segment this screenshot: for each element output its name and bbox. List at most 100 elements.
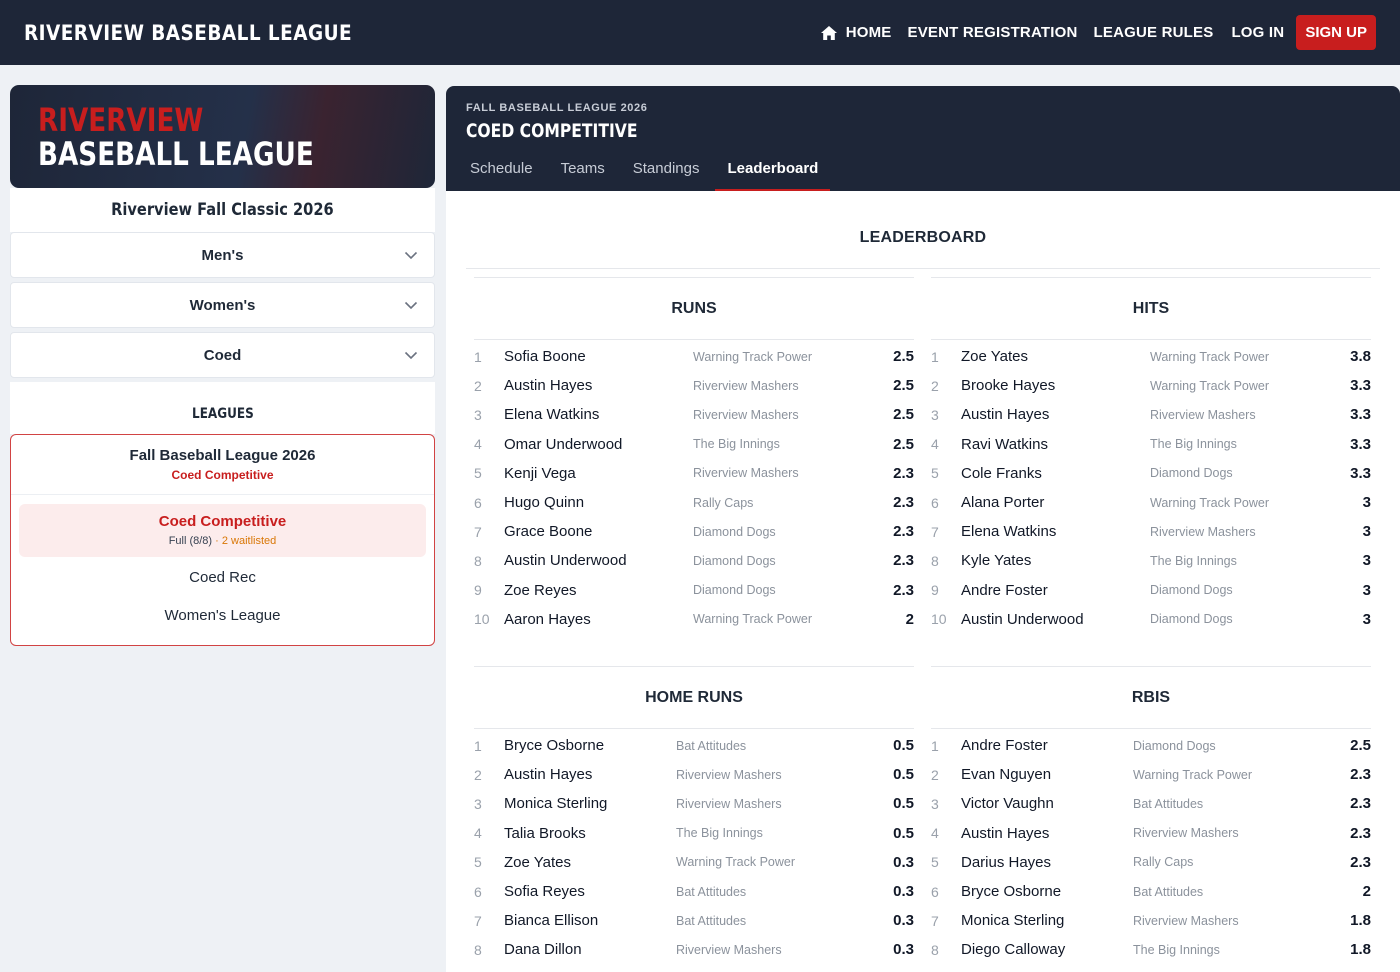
leaderboard-row[interactable]: 5 Kenji Vega Riverview Mashers 2.3 [474, 459, 914, 488]
tab-standings[interactable]: Standings [621, 151, 712, 191]
leaderboard-row[interactable]: 2 Austin Hayes Riverview Mashers 0.5 [474, 760, 914, 789]
player-name[interactable]: Bryce Osborne [504, 737, 604, 754]
leaderboard-row[interactable]: 6 Alana Porter Warning Track Power 3 [931, 488, 1371, 517]
player-name[interactable]: Austin Hayes [961, 825, 1049, 842]
leaderboard-row[interactable]: 7 Bianca Ellison Bat Attitudes 0.3 [474, 906, 914, 935]
league-item-coed-competitive[interactable]: Coed Competitive Full (8/8) · 2 waitlist… [19, 504, 426, 557]
stat-value: 0.5 [893, 824, 914, 842]
leaderboard-row[interactable]: 4 Ravi Watkins The Big Innings 3.3 [931, 430, 1371, 459]
leaderboard-row[interactable]: 4 Omar Underwood The Big Innings 2.5 [474, 430, 914, 459]
player-name[interactable]: Bryce Osborne [961, 883, 1061, 900]
player-name[interactable]: Elena Watkins [504, 406, 599, 423]
leaderboard-row[interactable]: 8 Diego Calloway The Big Innings 1.8 [931, 935, 1371, 964]
player-name[interactable]: Aaron Hayes [504, 611, 591, 628]
leaderboard-row[interactable]: 8 Kyle Yates The Big Innings 3 [931, 546, 1371, 575]
player-name[interactable]: Elena Watkins [961, 523, 1056, 540]
leaderboard-row[interactable]: 7 Monica Sterling Riverview Mashers 1.8 [931, 906, 1371, 935]
nav-login-link[interactable]: LOG IN [1231, 24, 1284, 41]
leaderboard-row[interactable]: 1 Bryce Osborne Bat Attitudes 0.5 [474, 731, 914, 760]
player-name[interactable]: Victor Vaughn [961, 795, 1054, 812]
league-item-coed-rec[interactable]: Coed Rec [11, 559, 434, 597]
leaderboard-row[interactable]: 10 Austin Underwood Diamond Dogs 3 [931, 605, 1371, 634]
league-item-womens-league[interactable]: Women's League [11, 597, 434, 635]
leaderboard-row[interactable]: 1 Zoe Yates Warning Track Power 3.8 [931, 342, 1371, 371]
leaderboard-row[interactable]: 9 Zoe Reyes Diamond Dogs 2.3 [474, 576, 914, 605]
player-name[interactable]: Monica Sterling [504, 795, 607, 812]
leaderboard-row[interactable]: 5 Darius Hayes Rally Caps 2.3 [931, 848, 1371, 877]
nav-league-rules-link[interactable]: LEAGUE RULES [1094, 24, 1214, 41]
player-name[interactable]: Omar Underwood [504, 436, 622, 453]
leaderboard-row[interactable]: 4 Austin Hayes Riverview Mashers 2.3 [931, 819, 1371, 848]
player-name[interactable]: Ravi Watkins [961, 436, 1048, 453]
player-name[interactable]: Zoe Yates [504, 854, 571, 871]
division-accordion-womens[interactable]: Women's [10, 282, 435, 328]
player-name[interactable]: Austin Underwood [504, 552, 627, 569]
stat-value: 2.5 [893, 377, 914, 395]
player-name[interactable]: Kenji Vega [504, 465, 576, 482]
tab-leaderboard[interactable]: Leaderboard [715, 151, 831, 191]
player-name[interactable]: Kyle Yates [961, 552, 1031, 569]
player-team: Rally Caps [1133, 855, 1194, 870]
leagues-heading-text: LEAGUES [191, 406, 254, 422]
leaderboard-row[interactable]: 3 Elena Watkins Riverview Mashers 2.5 [474, 400, 914, 429]
player-name[interactable]: Zoe Yates [961, 348, 1028, 365]
tab-teams[interactable]: Teams [549, 151, 617, 191]
player-name[interactable]: Austin Hayes [504, 377, 592, 394]
leaderboard-row[interactable]: 1 Sofia Boone Warning Track Power 2.5 [474, 342, 914, 371]
signup-button[interactable]: SIGN UP [1296, 15, 1376, 50]
player-name[interactable]: Cole Franks [961, 465, 1042, 482]
leaderboard-row[interactable]: 6 Sofia Reyes Bat Attitudes 0.3 [474, 877, 914, 906]
player-rank: 3 [931, 795, 939, 812]
player-name[interactable]: Diego Calloway [961, 941, 1065, 958]
leaderboard-row[interactable]: 10 Aaron Hayes Warning Track Power 2 [474, 605, 914, 634]
player-name[interactable]: Sofia Reyes [504, 883, 585, 900]
player-name[interactable]: Monica Sterling [961, 912, 1064, 929]
leaderboard-row[interactable]: 7 Grace Boone Diamond Dogs 2.3 [474, 517, 914, 546]
leaderboard-row[interactable]: 4 Talia Brooks The Big Innings 0.5 [474, 819, 914, 848]
leaderboard-row[interactable]: 2 Evan Nguyen Warning Track Power 2.3 [931, 760, 1371, 789]
player-name[interactable]: Bianca Ellison [504, 912, 598, 929]
player-name[interactable]: Andre Foster [961, 737, 1048, 754]
nav-event-registration-link[interactable]: EVENT REGISTRATION [908, 24, 1078, 41]
leaderboard-row[interactable]: 2 Brooke Hayes Warning Track Power 3.3 [931, 371, 1371, 400]
player-name[interactable]: Austin Hayes [504, 766, 592, 783]
leaderboard-row[interactable]: 3 Monica Sterling Riverview Mashers 0.5 [474, 789, 914, 818]
leaderboard-row[interactable]: 7 Elena Watkins Riverview Mashers 3 [931, 517, 1371, 546]
player-name[interactable]: Hugo Quinn [504, 494, 584, 511]
player-name[interactable]: Austin Underwood [961, 611, 1084, 628]
player-name[interactable]: Grace Boone [504, 523, 592, 540]
leaderboard-row[interactable]: 6 Hugo Quinn Rally Caps 2.3 [474, 488, 914, 517]
player-name[interactable]: Alana Porter [961, 494, 1044, 511]
division-accordion-mens[interactable]: Men's [10, 232, 435, 278]
player-team: The Big Innings [676, 826, 763, 841]
league-title: COED COMPETITIVE [466, 120, 638, 142]
player-rank: 8 [931, 552, 939, 569]
tab-schedule[interactable]: Schedule [458, 151, 545, 191]
leaderboard-row[interactable]: 8 Austin Underwood Diamond Dogs 2.3 [474, 546, 914, 575]
division-accordion-coed[interactable]: Coed [10, 332, 435, 378]
player-team: Diamond Dogs [693, 524, 776, 539]
player-rank: 2 [474, 377, 482, 394]
leaderboard-row[interactable]: 3 Austin Hayes Riverview Mashers 3.3 [931, 400, 1371, 429]
player-name[interactable]: Austin Hayes [961, 406, 1049, 423]
site-brand[interactable]: RIVERVIEW BASEBALL LEAGUE [24, 21, 352, 45]
player-rank: 10 [931, 611, 947, 628]
player-name[interactable]: Zoe Reyes [504, 582, 577, 599]
leaderboard-row[interactable]: 5 Zoe Yates Warning Track Power 0.3 [474, 848, 914, 877]
player-name[interactable]: Darius Hayes [961, 854, 1051, 871]
leaderboard-row[interactable]: 5 Cole Franks Diamond Dogs 3.3 [931, 459, 1371, 488]
player-name[interactable]: Talia Brooks [504, 825, 586, 842]
leaderboard-row[interactable]: 8 Dana Dillon Riverview Mashers 0.3 [474, 935, 914, 964]
stat-value: 0.3 [893, 941, 914, 959]
player-name[interactable]: Evan Nguyen [961, 766, 1051, 783]
leaderboard-row[interactable]: 6 Bryce Osborne Bat Attitudes 2 [931, 877, 1371, 906]
player-name[interactable]: Sofia Boone [504, 348, 586, 365]
player-name[interactable]: Brooke Hayes [961, 377, 1055, 394]
player-name[interactable]: Dana Dillon [504, 941, 582, 958]
leaderboard-row[interactable]: 2 Austin Hayes Riverview Mashers 2.5 [474, 371, 914, 400]
nav-home-link[interactable]: HOME [820, 24, 892, 41]
player-name[interactable]: Andre Foster [961, 582, 1048, 599]
leaderboard-row[interactable]: 3 Victor Vaughn Bat Attitudes 2.3 [931, 789, 1371, 818]
leaderboard-row[interactable]: 1 Andre Foster Diamond Dogs 2.5 [931, 731, 1371, 760]
leaderboard-row[interactable]: 9 Andre Foster Diamond Dogs 3 [931, 576, 1371, 605]
